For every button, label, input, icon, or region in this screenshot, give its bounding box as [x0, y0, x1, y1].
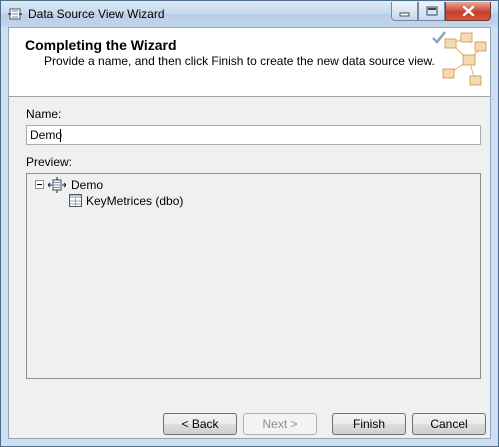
- title-bar[interactable]: Data Source View Wizard: [1, 1, 498, 27]
- name-input[interactable]: [26, 125, 481, 145]
- next-button[interactable]: Next >: [243, 413, 317, 435]
- page-subtitle: Provide a name, and then click Finish to…: [44, 54, 435, 68]
- data-source-view-icon: [48, 177, 66, 193]
- wizard-client-area: Completing the Wizard Provide a name, an…: [8, 27, 491, 439]
- preview-label: Preview:: [26, 155, 73, 169]
- minimize-button[interactable]: [391, 2, 418, 21]
- tree-item-root[interactable]: Demo: [71, 178, 103, 192]
- close-button[interactable]: [445, 2, 491, 21]
- wizard-window: Data Source View Wizard Completing the W…: [0, 0, 499, 447]
- wizard-header: Completing the Wizard Provide a name, an…: [9, 28, 490, 97]
- wizard-graphic-icon: [432, 31, 487, 86]
- table-icon: [69, 194, 82, 207]
- back-button[interactable]: < Back: [163, 413, 237, 435]
- close-icon: [462, 5, 475, 17]
- preview-tree[interactable]: Demo KeyMetrices (dbo): [26, 173, 481, 379]
- finish-button[interactable]: Finish: [332, 413, 406, 435]
- name-label: Name:: [26, 107, 62, 121]
- window-title: Data Source View Wizard: [28, 7, 165, 21]
- text-caret: [60, 129, 61, 142]
- page-title: Completing the Wizard: [25, 37, 177, 53]
- tree-item-table[interactable]: KeyMetrices (dbo): [86, 194, 183, 208]
- collapse-toggle[interactable]: [35, 180, 44, 189]
- maximize-button[interactable]: [418, 2, 445, 21]
- minimize-icon: [399, 12, 410, 17]
- cancel-button[interactable]: Cancel: [412, 413, 486, 435]
- maximize-icon: [426, 6, 438, 16]
- app-icon: [8, 7, 22, 21]
